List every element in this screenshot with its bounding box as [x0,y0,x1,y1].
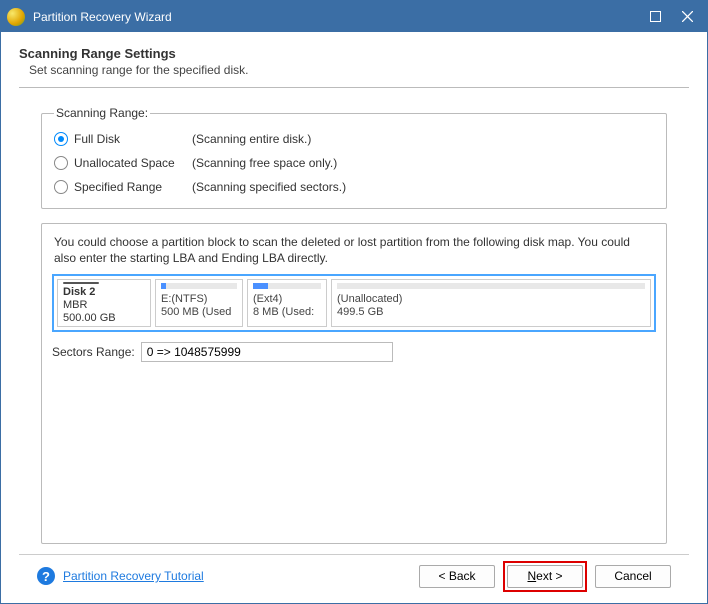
sectors-range-input[interactable] [141,342,393,362]
partition-block-ext4[interactable]: (Ext4) 8 MB (Used: [247,279,327,327]
next-button[interactable]: Next > [507,565,583,588]
radio-unallocated[interactable]: Unallocated Space (Scanning free space o… [54,152,656,174]
maximize-button[interactable] [639,1,671,32]
divider [19,87,689,88]
partition-detail: 8 MB (Used: [253,306,321,319]
radio-indicator [54,132,68,146]
partition-label: (Ext4) [253,293,321,306]
radio-desc: (Scanning specified sectors.) [192,180,346,194]
scanning-range-legend: Scanning Range: [54,106,150,120]
radio-desc: (Scanning free space only.) [192,156,337,170]
radio-indicator [54,180,68,194]
page-subheading: Set scanning range for the specified dis… [29,63,689,77]
titlebar: Partition Recovery Wizard [1,1,707,32]
radio-full-disk[interactable]: Full Disk (Scanning entire disk.) [54,128,656,150]
close-button[interactable] [671,1,703,32]
disk-name: Disk 2 [63,286,145,299]
radio-indicator [54,156,68,170]
disk-size: 500.00 GB [63,312,145,325]
window-title: Partition Recovery Wizard [33,10,639,24]
partition-block-unallocated[interactable]: (Unallocated) 499.5 GB [331,279,651,327]
sectors-range-label: Sectors Range: [52,345,135,359]
drive-icon [63,282,99,284]
disk-summary[interactable]: Disk 2 MBR 500.00 GB [57,279,151,327]
partition-detail: 500 MB (Used [161,306,237,319]
radio-label: Unallocated Space [74,156,192,170]
back-button[interactable]: < Back [419,565,495,588]
radio-desc: (Scanning entire disk.) [192,132,311,146]
diskmap-panel: You could choose a partition block to sc… [41,223,667,544]
partition-detail: 499.5 GB [337,306,645,319]
partition-block-ntfs[interactable]: E:(NTFS) 500 MB (Used [155,279,243,327]
diskmap-intro: You could choose a partition block to sc… [52,234,656,266]
help-icon: ? [37,567,55,585]
next-button-highlight: Next > [503,561,587,592]
partition-label: E:(NTFS) [161,293,237,306]
radio-label: Full Disk [74,132,192,146]
diskmap: Disk 2 MBR 500.00 GB E:(NTFS) 500 MB (Us… [52,274,656,332]
partition-label: (Unallocated) [337,293,645,306]
tutorial-link[interactable]: Partition Recovery Tutorial [63,569,204,583]
cancel-button[interactable]: Cancel [595,565,671,588]
page-heading: Scanning Range Settings [19,46,689,61]
app-icon [7,8,25,26]
scanning-range-group: Scanning Range: Full Disk (Scanning enti… [41,106,667,209]
disk-scheme: MBR [63,299,145,312]
radio-specified[interactable]: Specified Range (Scanning specified sect… [54,176,656,198]
radio-label: Specified Range [74,180,192,194]
